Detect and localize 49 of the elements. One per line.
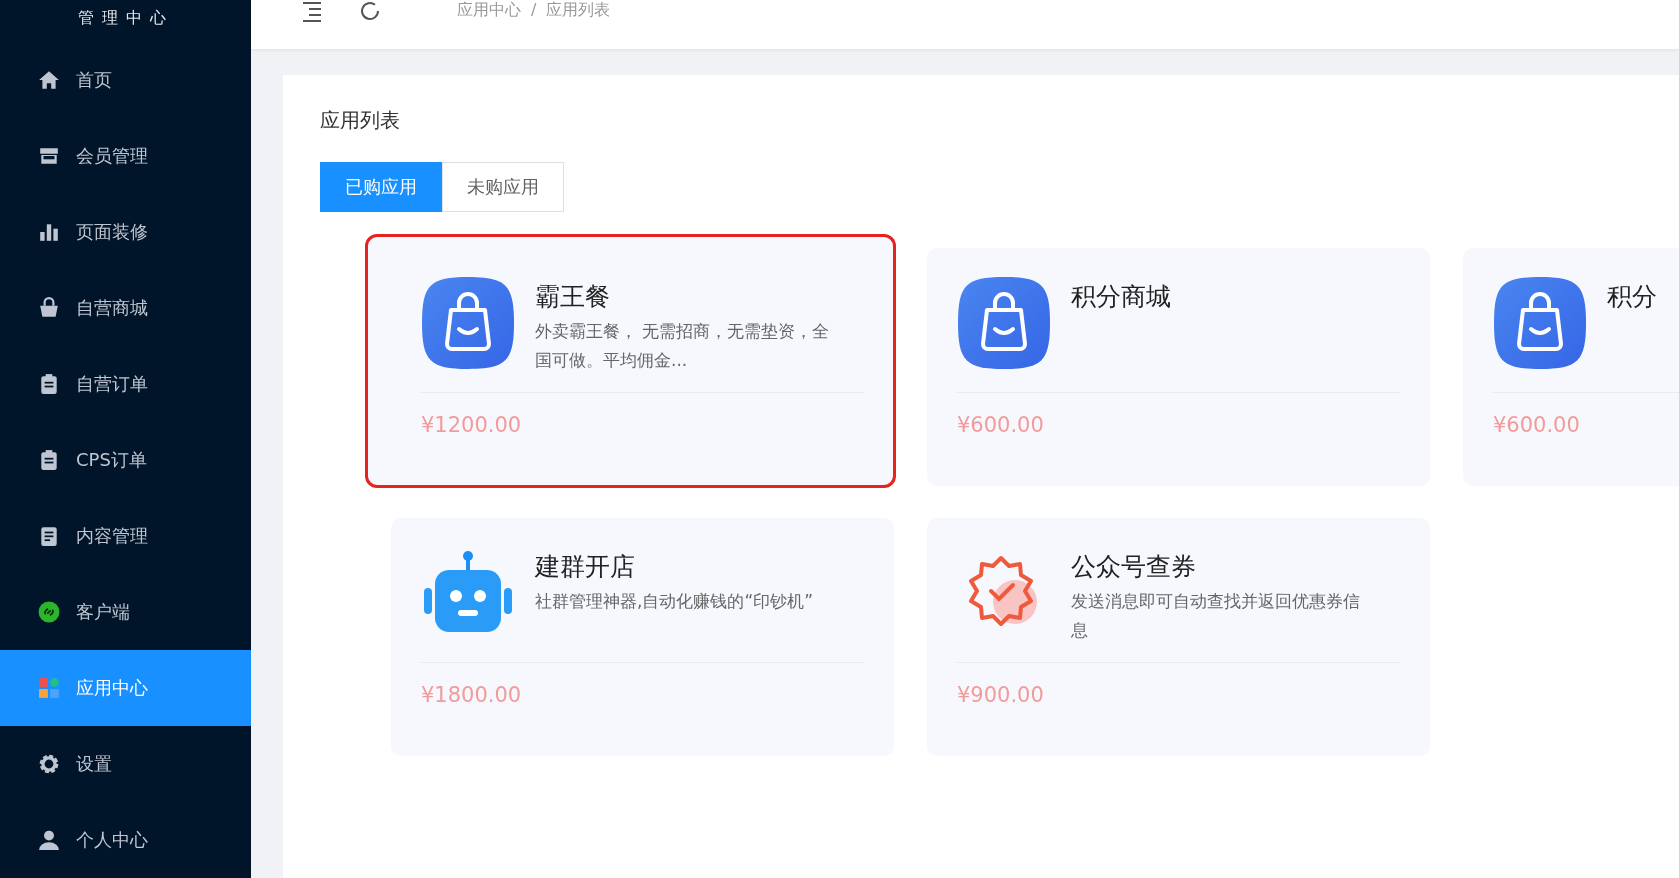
clipboard-icon: [38, 449, 60, 471]
sidebar-item[interactable]: 内容管理: [0, 498, 251, 574]
bar-chart-icon: [38, 221, 60, 243]
app-price: ¥600.00: [957, 413, 1045, 437]
app-price: ¥600.00: [1493, 413, 1581, 437]
settings-icon: [38, 753, 60, 775]
app-card[interactable]: 公众号查券 发送消息即可自动查找并返回优惠券信息 ¥900.00: [927, 518, 1430, 756]
app-card[interactable]: 积分 ¥600.00: [1463, 248, 1679, 486]
clipboard-icon: [38, 373, 60, 395]
app-name: 积分商城: [1071, 281, 1171, 313]
breadcrumb-item: 应用列表: [546, 0, 611, 21]
app-price: ¥1800.00: [421, 683, 523, 707]
shopping-bag-icon: [421, 276, 515, 370]
sidebar-item[interactable]: 自营订单: [0, 346, 251, 422]
app-card[interactable]: 积分商城 ¥600.00: [927, 248, 1430, 486]
app-description: 社群管理神器,自动化赚钱的“印钞机”: [535, 590, 815, 613]
sidebar-title: 管理中心: [76, 7, 175, 29]
menu-icon[interactable]: [301, 0, 323, 22]
home-icon: [38, 69, 60, 91]
sidebar-item[interactable]: 个人中心: [0, 802, 251, 878]
app-price: ¥1200.00: [421, 413, 523, 437]
refresh-icon[interactable]: [359, 0, 381, 22]
tab[interactable]: 未购应用: [442, 162, 564, 212]
app-name: 积分: [1607, 281, 1657, 313]
sidebar-item[interactable]: 会员管理: [0, 118, 251, 194]
app-name: 霸王餐: [535, 281, 611, 313]
app-card[interactable]: 建群开店 社群管理神器,自动化赚钱的“印钞机” ¥1800.00: [391, 518, 894, 756]
sidebar-item[interactable]: 客户端: [0, 574, 251, 650]
sidebar-item[interactable]: 页面装修: [0, 194, 251, 270]
app-description: 发送消息即可自动查找并返回优惠券信息: [1071, 590, 1361, 642]
sidebar-item[interactable]: 首页: [0, 42, 251, 118]
app-name: 建群开店: [535, 551, 636, 583]
breadcrumb-separator: /: [531, 0, 537, 21]
person-icon: [38, 829, 60, 851]
app-grid-icon: [38, 677, 60, 699]
app-description: 外卖霸王餐， 无需招商，无需垫资，全国可做。平均佣金...: [535, 320, 831, 372]
shopping-bag-icon: [957, 276, 1051, 370]
store-icon: [38, 145, 60, 167]
app-name: 公众号查券: [1071, 551, 1197, 583]
sidebar-item[interactable]: CPS订单: [0, 422, 251, 498]
app-price: ¥900.00: [957, 683, 1045, 707]
sidebar-item[interactable]: 设置: [0, 726, 251, 802]
link-circle-icon: [38, 601, 60, 623]
app-card[interactable]: 霸王餐 外卖霸王餐， 无需招商，无需垫资，全国可做。平均佣金... ¥1200.00: [367, 236, 894, 486]
shopping-bag-icon: [1493, 276, 1587, 370]
sidebar-item[interactable]: 自营商城: [0, 270, 251, 346]
shopping-bag-icon: [38, 297, 60, 319]
panel-title: 应用列表: [320, 107, 401, 134]
document-icon: [38, 525, 60, 547]
